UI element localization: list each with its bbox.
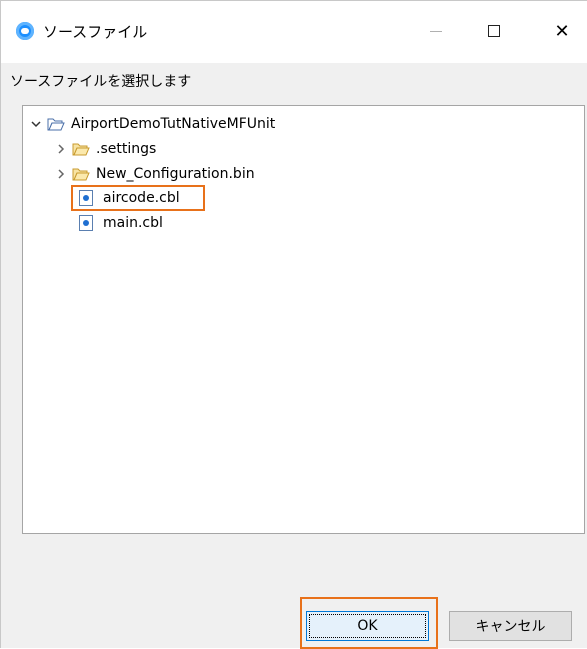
tree-item-label: .settings <box>96 141 157 157</box>
ok-button[interactable]: OK <box>306 611 429 641</box>
cancel-button-label: キャンセル <box>475 619 546 635</box>
focus-ring <box>309 614 426 638</box>
cobol-file-icon <box>79 190 93 206</box>
tree-item-settings[interactable]: .settings <box>54 138 156 160</box>
chevron-down-icon[interactable] <box>29 117 43 131</box>
tree-item-new-configuration[interactable]: New_Configuration.bin <box>54 163 255 185</box>
folder-icon <box>72 167 90 181</box>
tree-item-label: New_Configuration.bin <box>96 166 255 182</box>
maximize-button[interactable] <box>471 13 517 49</box>
minimize-icon <box>430 30 442 32</box>
tree-item-aircode[interactable]: aircode.cbl <box>79 187 180 209</box>
dialog-window: ソースファイル ✕ ソースファイルを選択します AirportDemoTutNa… <box>0 0 587 649</box>
folder-icon <box>72 142 90 156</box>
title-bar[interactable]: ソースファイル ✕ <box>1 1 587 63</box>
chevron-right-icon[interactable] <box>54 167 68 181</box>
chevron-right-icon[interactable] <box>54 142 68 156</box>
minimize-button[interactable] <box>413 13 459 49</box>
tree-item-label: aircode.cbl <box>103 190 180 206</box>
cancel-button[interactable]: キャンセル <box>449 611 572 641</box>
file-tree[interactable]: AirportDemoTutNativeMFUnit .settings New… <box>22 105 585 534</box>
tree-item-label: AirportDemoTutNativeMFUnit <box>71 116 276 132</box>
close-button[interactable]: ✕ <box>539 13 585 49</box>
window-title: ソースファイル <box>43 23 148 41</box>
tree-item-root[interactable]: AirportDemoTutNativeMFUnit <box>29 113 275 135</box>
tree-item-main[interactable]: main.cbl <box>79 212 163 234</box>
close-icon: ✕ <box>554 20 570 42</box>
tree-item-label: main.cbl <box>103 215 163 231</box>
app-icon <box>16 22 34 40</box>
cobol-file-icon <box>79 215 93 231</box>
maximize-icon <box>488 25 500 37</box>
open-folder-icon <box>47 117 65 131</box>
prompt-label: ソースファイルを選択します <box>10 74 192 90</box>
